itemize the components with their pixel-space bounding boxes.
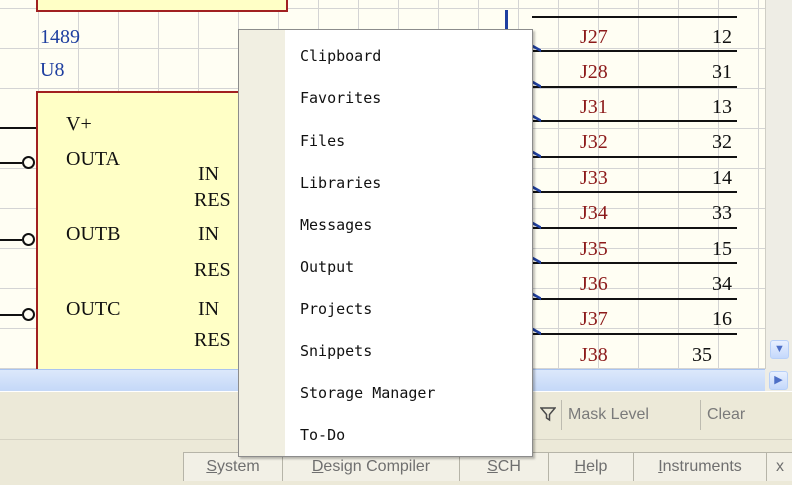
menu-item-snippets[interactable]: Snippets (300, 342, 372, 360)
pin-label-in-c: IN (198, 298, 220, 320)
net-label[interactable]: J34 (580, 202, 608, 225)
net-label[interactable]: J36 (580, 273, 608, 296)
menu-item-to-do[interactable]: To-Do (300, 426, 345, 444)
net-label[interactable]: J35 (580, 238, 608, 261)
net-pin-number: 14 (712, 167, 732, 189)
mask-level-button[interactable]: Mask Level (561, 400, 655, 430)
status-button-help-mnemonic: H (574, 458, 587, 475)
menu-item-output[interactable]: Output (300, 258, 354, 276)
status-button-sch-label: CH (497, 458, 521, 475)
menu-item-clipboard[interactable]: Clipboard (300, 47, 381, 65)
component-refdes: U8 (40, 59, 65, 81)
pin-label-res-b: RES (194, 259, 231, 281)
net-label[interactable]: J37 (580, 308, 608, 331)
scroll-right-icon[interactable]: ▶ (769, 371, 788, 390)
menu-item-files[interactable]: Files (300, 132, 345, 150)
pin-wire-outb (0, 239, 22, 241)
inversion-bubble-outa (22, 156, 35, 169)
pin-label-outa: OUTA (66, 148, 120, 170)
menu-item-libraries[interactable]: Libraries (300, 174, 381, 192)
inversion-bubble-outc (22, 308, 35, 321)
status-button-overflow[interactable]: x (766, 452, 792, 481)
context-menu-icon-gutter (239, 30, 285, 456)
status-button-help[interactable]: Help (548, 452, 634, 481)
status-button-instruments[interactable]: Instruments (633, 452, 767, 481)
vertical-scrollbar[interactable]: ▼ (765, 0, 792, 369)
pin-label-in-b: IN (198, 223, 220, 245)
net-label[interactable]: J27 (580, 26, 608, 49)
net-line (532, 298, 737, 300)
net-label[interactable]: J33 (580, 167, 608, 190)
funnel-icon[interactable] (539, 406, 557, 427)
pin-label-outb: OUTB (66, 223, 121, 245)
pin-label-outc: OUTC (66, 298, 121, 320)
menu-item-storage-manager[interactable]: Storage Manager (300, 384, 435, 402)
net-line (532, 86, 737, 88)
net-pin-number: 16 (712, 308, 732, 330)
net-pin-number: 33 (712, 202, 732, 224)
status-button-sch-mnemonic: S (487, 458, 498, 475)
net-pin-number: 32 (712, 131, 732, 153)
net-label[interactable]: J28 (580, 61, 608, 84)
pin-label-res-c: RES (194, 329, 231, 351)
pin-wire-outa (0, 162, 22, 164)
status-button-help-label: elp (586, 458, 608, 475)
menu-item-projects[interactable]: Projects (300, 300, 372, 318)
net-pin-number: 12 (712, 26, 732, 48)
clear-button[interactable]: Clear (700, 400, 751, 430)
status-button-design-compiler-mnemonic: D (311, 458, 324, 475)
pin-wire-vplus (0, 127, 36, 129)
scroll-down-icon[interactable]: ▼ (770, 340, 789, 359)
net-pin-number: 35 (692, 344, 712, 366)
pin-wire-outc (0, 314, 22, 316)
net-pin-number: 34 (712, 273, 732, 295)
scrollbar-corner: ▶ (765, 369, 792, 391)
net-label[interactable]: J31 (580, 96, 608, 119)
menu-item-favorites[interactable]: Favorites (300, 89, 381, 107)
net-line (532, 262, 737, 264)
net-line (532, 333, 737, 335)
net-label[interactable]: J38 (580, 344, 608, 367)
net-line (532, 120, 737, 122)
status-button-system-label: ystem (217, 458, 260, 475)
context-menu: Clipboard Favorites Files Libraries Mess… (238, 29, 533, 457)
status-button-instruments-label: nstruments (662, 458, 742, 475)
net-pin-number: 31 (712, 61, 732, 83)
net-line (532, 50, 737, 52)
status-button-design-compiler-label: esign Compiler (323, 458, 431, 475)
pin-label-vplus: V+ (66, 113, 92, 135)
net-pin-number: 13 (712, 96, 732, 118)
net-label[interactable]: J32 (580, 131, 608, 154)
pin-label-res-a: RES (194, 189, 231, 211)
component-body-top[interactable] (36, 0, 288, 12)
inversion-bubble-outb (22, 233, 35, 246)
pin-label-in-a: IN (198, 163, 220, 185)
net-line (532, 227, 737, 229)
net-pin-number: 15 (712, 238, 732, 260)
net-line (532, 156, 737, 158)
component-value-label: 1489 (40, 26, 80, 48)
menu-item-messages[interactable]: Messages (300, 216, 372, 234)
status-button-system-mnemonic: S (206, 458, 217, 475)
net-line-top (532, 16, 737, 18)
net-line (532, 191, 737, 193)
